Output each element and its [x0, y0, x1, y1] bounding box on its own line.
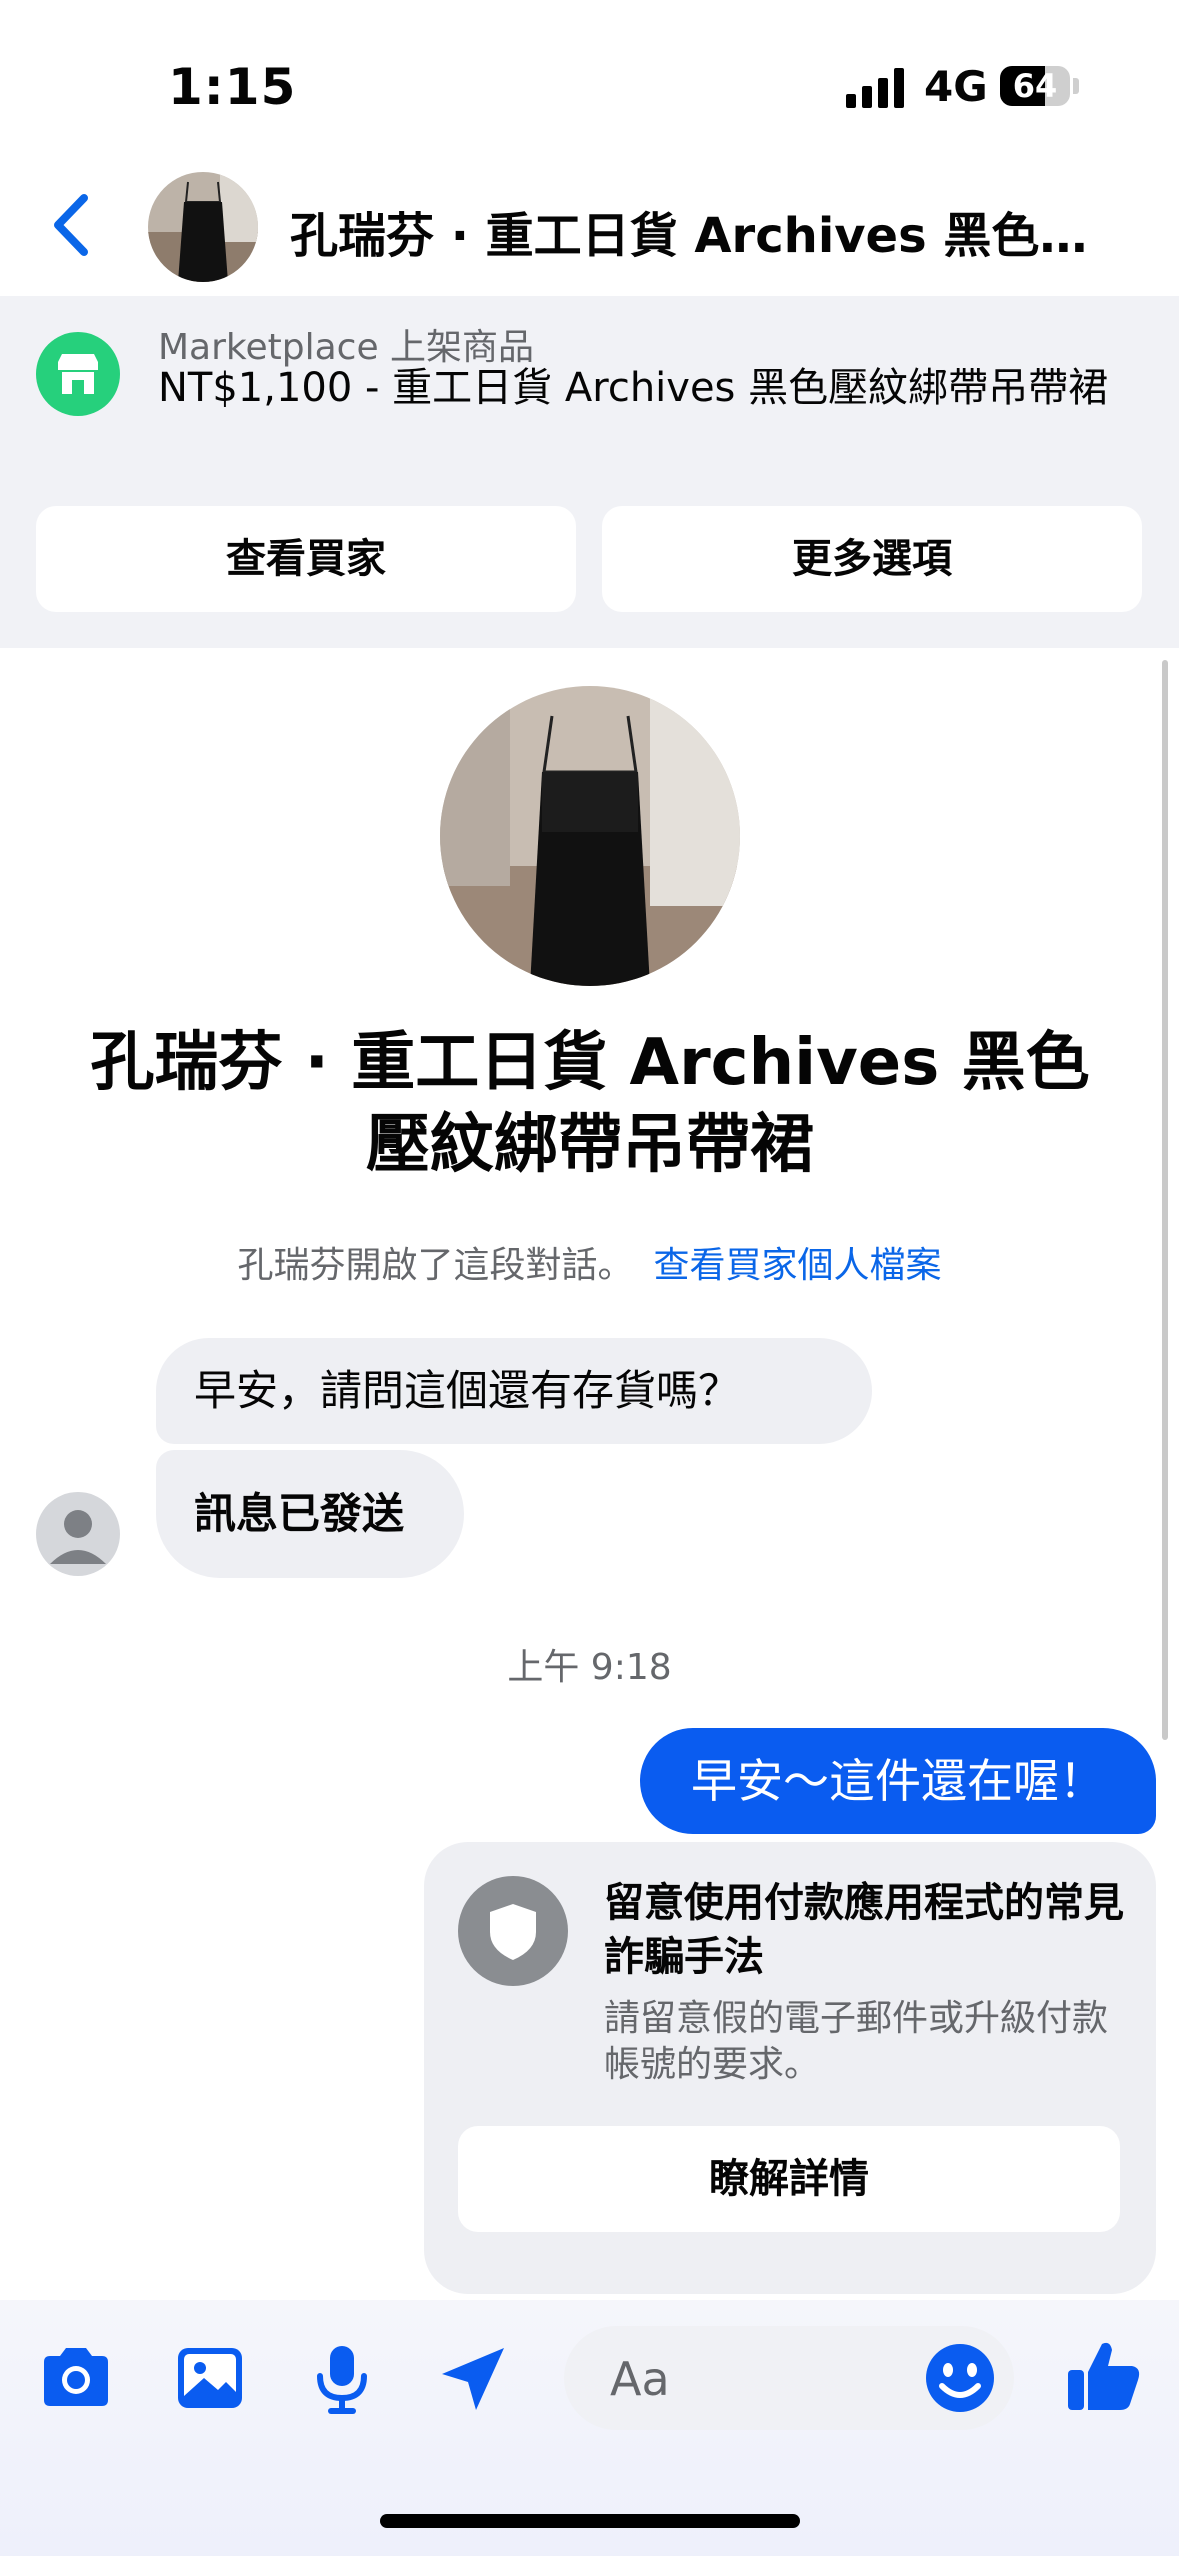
outgoing-message[interactable]: 早安～這件還在喔！	[640, 1728, 1156, 1834]
conversation-started-text: 孔瑞芬開啟了這段對話。	[237, 1245, 634, 1286]
emoji-icon[interactable]	[918, 2336, 1002, 2420]
safety-description: 請留意假的電子郵件或升級付款帳號的要求。	[604, 1998, 1109, 2085]
listing-title[interactable]: NT$1,100 - 重工日貨 Archives 黑色壓紋綁帶吊帶裙	[158, 364, 1148, 412]
conversation-title: 孔瑞芬 · 重工日貨 Archives 黑色壓紋綁帶吊帶裙	[90, 1026, 1090, 1182]
marketplace-label: Marketplace 上架商品	[158, 327, 535, 368]
status-time: 1:15	[168, 58, 297, 116]
network-type: 4G	[924, 62, 988, 111]
storefront-icon	[36, 332, 120, 416]
view-buyer-profile-link[interactable]: 查看買家個人檔案	[654, 1245, 942, 1286]
listing-photo[interactable]	[440, 686, 740, 986]
view-buyer-button[interactable]: 查看買家	[36, 506, 576, 612]
send-icon[interactable]	[434, 2338, 514, 2418]
message-timestamp: 上午 9:18	[507, 1647, 672, 1688]
more-options-button[interactable]: 更多選項	[602, 506, 1142, 612]
header-avatar[interactable]	[148, 172, 258, 282]
incoming-message[interactable]: 訊息已發送	[156, 1450, 464, 1578]
battery-cap	[1073, 78, 1079, 94]
battery-icon: 64	[1000, 66, 1070, 106]
photo-icon[interactable]	[170, 2338, 250, 2418]
camera-icon[interactable]	[36, 2338, 116, 2418]
microphone-icon[interactable]	[302, 2338, 382, 2418]
shield-icon	[458, 1876, 568, 1986]
sender-avatar[interactable]	[36, 1492, 120, 1576]
message-input-placeholder: Aa	[610, 2352, 670, 2406]
header-title[interactable]: 孔瑞芬 · 重工日貨 Archives 黑色…	[290, 196, 1130, 266]
back-arrow-icon[interactable]	[46, 190, 96, 260]
battery-level: 64	[1012, 67, 1058, 105]
scrollbar[interactable]	[1162, 660, 1168, 1740]
home-indicator	[380, 2514, 800, 2528]
learn-more-button[interactable]: 瞭解詳情	[458, 2126, 1120, 2232]
safety-title: 留意使用付款應用程式的常見詐騙手法	[604, 1880, 1124, 1980]
conversation-info: 孔瑞芬開啟了這段對話。 查看買家個人檔案	[0, 1236, 1179, 1288]
incoming-message[interactable]: 早安，請問這個還有存貨嗎？	[156, 1338, 872, 1444]
signal-icon	[846, 68, 906, 108]
thumbs-up-icon[interactable]	[1062, 2332, 1146, 2416]
